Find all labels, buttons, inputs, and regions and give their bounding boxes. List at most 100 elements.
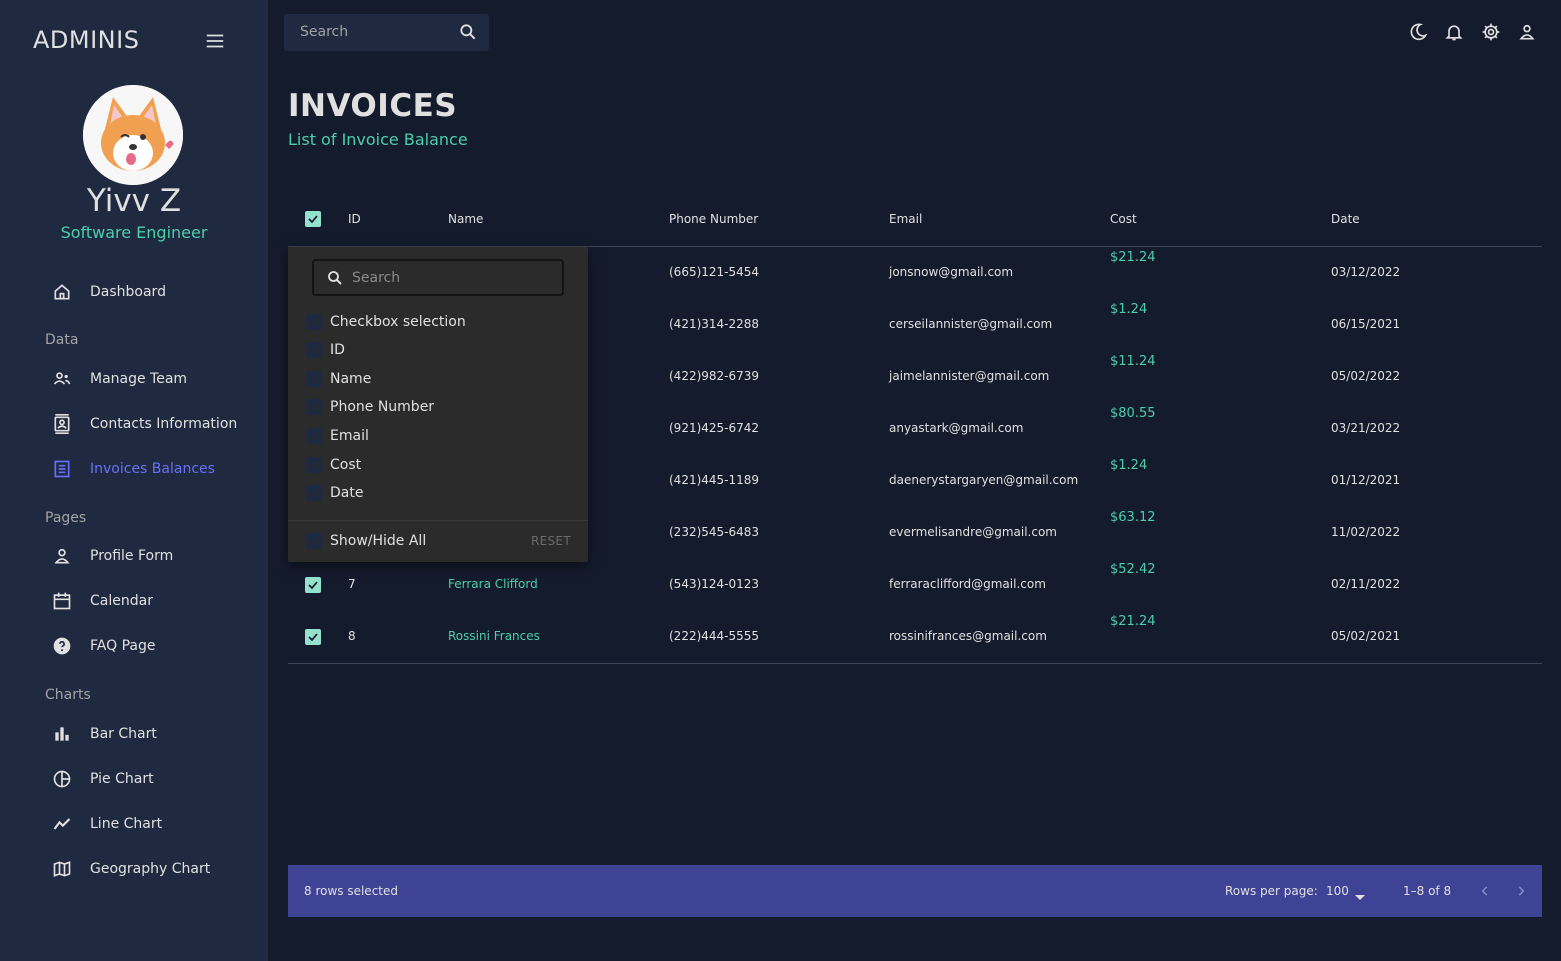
page-range: 1–8 of 8 [1403, 884, 1452, 898]
sidebar-item-label: Contacts Information [90, 416, 238, 432]
email-cell: evermelisandre@gmail.com [889, 525, 1057, 539]
sidebar-item-calendar[interactable]: Calendar [0, 581, 268, 621]
date-cell: 03/21/2022 [1331, 421, 1401, 435]
cost-cell: $80.55 [1110, 406, 1156, 421]
table-row[interactable]: 7 Ferrara Clifford (543)124-0123 ferrara… [288, 559, 1542, 611]
reset-button[interactable]: RESET [531, 534, 571, 548]
column-toggle-checkbox[interactable] [306, 457, 322, 473]
column-toggle-label: Checkbox selection [330, 314, 466, 330]
table-row[interactable]: 8 Rossini Frances (222)444-5555 rossinif… [288, 611, 1542, 663]
sidebar-item-label: Calendar [90, 593, 153, 609]
column-toggle-label: Name [330, 371, 372, 387]
rows-per-page-select[interactable]: 100 [1326, 884, 1349, 898]
column-toggle-label: Email [330, 428, 369, 444]
sidebar-item-label: FAQ Page [90, 638, 156, 654]
column-header-date[interactable]: Date [1331, 212, 1360, 226]
phone-cell: (421)445-1189 [669, 473, 760, 487]
sidebar-item-manage-team[interactable]: Manage Team [0, 359, 268, 399]
row-checkbox[interactable] [305, 629, 321, 645]
sidebar-item-geography-chart[interactable]: Geography Chart [0, 849, 268, 889]
date-cell: 05/02/2021 [1331, 629, 1401, 643]
column-toggle-label: Phone Number [330, 399, 435, 415]
id-cell: 7 [348, 577, 356, 591]
column-header-id[interactable]: ID [348, 212, 361, 226]
phone-cell: (232)545-6483 [669, 525, 760, 539]
sidebar-item-label: Bar Chart [90, 726, 157, 742]
calendar-icon [51, 590, 73, 612]
page-title: INVOICES [288, 88, 458, 124]
home-icon [51, 281, 73, 303]
column-toggle-checkbox[interactable] [306, 485, 322, 501]
date-cell: 06/15/2021 [1331, 317, 1401, 331]
contacts-icon [51, 413, 73, 435]
sidebar-item-label: Manage Team [90, 371, 188, 387]
column-header-name[interactable]: Name [448, 212, 483, 226]
sidebar: ADMINIS Yivv Z Software Engineer Dashboa… [0, 0, 268, 961]
section-charts: Charts [45, 687, 91, 703]
columns-search [312, 259, 564, 296]
column-toggle-label: Cost [330, 457, 362, 473]
dark-mode-icon[interactable] [1408, 22, 1428, 42]
column-header-cost[interactable]: Cost [1110, 212, 1137, 226]
search-input[interactable] [300, 22, 450, 42]
sidebar-item-faq[interactable]: FAQ Page [0, 626, 268, 666]
sidebar-item-label: Pie Chart [90, 771, 154, 787]
column-toggle-phone[interactable]: Phone Number [306, 395, 434, 419]
sidebar-item-contacts[interactable]: Contacts Information [0, 404, 268, 444]
settings-icon[interactable] [1481, 22, 1501, 42]
pie-chart-icon [51, 768, 73, 790]
cost-cell: $11.24 [1110, 354, 1156, 369]
column-header-email[interactable]: Email [889, 212, 922, 226]
rows-per-page-label: Rows per page: [1225, 884, 1318, 898]
sidebar-item-label: Profile Form [90, 548, 174, 564]
row-checkbox[interactable] [305, 577, 321, 593]
selected-count: 8 rows selected [304, 884, 398, 898]
column-toggle-email[interactable]: Email [306, 424, 369, 448]
cost-cell: $1.24 [1110, 458, 1148, 473]
column-toggle-checkbox[interactable] [306, 428, 322, 444]
notifications-icon[interactable] [1444, 22, 1464, 42]
column-toggle-checkbox[interactable] [306, 342, 322, 358]
email-cell: jonsnow@gmail.com [889, 265, 1014, 279]
sidebar-item-invoices[interactable]: Invoices Balances [0, 449, 268, 489]
date-cell: 02/11/2022 [1331, 577, 1401, 591]
account-icon[interactable] [1517, 22, 1537, 42]
column-toggle-checkbox[interactable] [306, 399, 322, 415]
select-all-checkbox[interactable] [305, 211, 321, 227]
column-toggle-name[interactable]: Name [306, 367, 371, 391]
sidebar-item-profile-form[interactable]: Profile Form [0, 536, 268, 576]
column-toggle-cost[interactable]: Cost [306, 453, 361, 477]
sidebar-item-dashboard[interactable]: Dashboard [0, 272, 268, 312]
receipt-icon [51, 458, 73, 480]
column-toggle-label: ID [330, 342, 345, 358]
column-header-phone[interactable]: Phone Number [669, 212, 758, 226]
columns-search-input[interactable] [352, 269, 552, 287]
next-page-icon[interactable] [1514, 883, 1528, 897]
show-hide-all-toggle[interactable]: Show/Hide All [306, 529, 426, 553]
column-toggle-checkbox[interactable] [306, 371, 322, 387]
cost-cell: $52.42 [1110, 562, 1156, 577]
chevron-down-icon[interactable] [1354, 887, 1366, 900]
column-toggle-checkbox[interactable] [306, 314, 322, 330]
section-pages: Pages [45, 510, 87, 526]
map-icon [51, 858, 73, 880]
sidebar-item-pie-chart[interactable]: Pie Chart [0, 759, 268, 799]
menu-icon[interactable] [204, 30, 226, 52]
cost-cell: $21.24 [1110, 250, 1156, 265]
cost-cell: $21.24 [1110, 614, 1156, 629]
panel-divider [288, 520, 588, 521]
page-subtitle: List of Invoice Balance [288, 130, 468, 149]
show-hide-all-checkbox[interactable] [306, 533, 322, 549]
column-toggle-id[interactable]: ID [306, 338, 345, 362]
date-cell: 05/02/2022 [1331, 369, 1401, 383]
bar-chart-icon [51, 723, 73, 745]
search-icon [326, 269, 344, 287]
column-toggle-date[interactable]: Date [306, 481, 363, 505]
sidebar-item-line-chart[interactable]: Line Chart [0, 804, 268, 844]
section-data: Data [45, 332, 79, 348]
prev-page-icon[interactable] [1478, 883, 1492, 897]
column-toggle-checkbox-selection[interactable]: Checkbox selection [306, 310, 466, 334]
search-icon[interactable] [458, 22, 478, 42]
date-cell: 11/02/2022 [1331, 525, 1401, 539]
sidebar-item-bar-chart[interactable]: Bar Chart [0, 714, 268, 754]
